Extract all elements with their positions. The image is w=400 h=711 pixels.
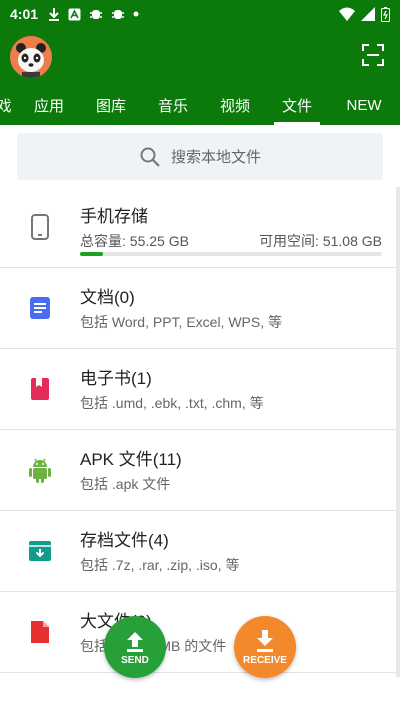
storage-usage-fill [80, 252, 103, 256]
send-label: SEND [121, 654, 149, 666]
list-item-apk[interactable]: APK 文件(11) 包括 .apk 文件 [0, 430, 400, 511]
storage-title: 手机存储 [80, 207, 148, 226]
status-bar: 4:01 [0, 0, 400, 28]
list-item-large-files[interactable]: 大文件(9) 包括大于 50 MB 的文件 [0, 592, 400, 673]
storage-usage-bar [80, 252, 382, 256]
category-title: 文档(0) [80, 288, 135, 307]
panda-avatar-icon [10, 36, 52, 78]
category-title: APK 文件(11) [80, 450, 182, 469]
category-tabs: 戏 应用 图库 音乐 视频 文件 NEW [0, 86, 400, 125]
tab-apps[interactable]: 应用 [18, 86, 80, 125]
storage-free: 可用空间: 51.08 GB [259, 233, 382, 249]
search-input[interactable]: 搜索本地文件 [17, 133, 383, 180]
tab-music[interactable]: 音乐 [142, 86, 204, 125]
battery-icon [381, 6, 390, 22]
status-time: 4:01 [10, 6, 39, 22]
download-icon [49, 8, 60, 21]
bug-icon [112, 10, 125, 19]
tab-files[interactable]: 文件 [266, 86, 328, 125]
large-file-icon [28, 618, 52, 646]
app-bar: 戏 应用 图库 音乐 视频 文件 NEW [0, 28, 400, 125]
file-category-list: 手机存储 总容量: 55.25 GB 可用空间: 51.08 GB 文档(0) … [0, 187, 400, 673]
a-icon [68, 8, 81, 20]
phone-icon [28, 213, 52, 241]
receive-button[interactable]: RECEIVE [234, 616, 296, 678]
category-subtitle: 包括 .7z, .rar, .zip, .iso, 等 [80, 557, 240, 573]
document-icon [28, 294, 52, 322]
list-item-ebooks[interactable]: 电子书(1) 包括 .umd, .ebk, .txt, .chm, 等 [0, 349, 400, 430]
storage-total: 总容量: 55.25 GB [80, 233, 189, 249]
tab-gallery[interactable]: 图库 [80, 86, 142, 125]
send-button[interactable]: SEND [104, 616, 166, 678]
scan-button[interactable] [362, 44, 384, 66]
storage-info: 总容量: 55.25 GB 可用空间: 51.08 GB [80, 231, 382, 251]
search-placeholder: 搜索本地文件 [170, 149, 261, 166]
download-arrow-icon [257, 629, 273, 652]
android-icon [28, 456, 52, 484]
tab-games[interactable]: 戏 [0, 86, 18, 125]
bug-icon [90, 10, 103, 19]
tab-video[interactable]: 视频 [204, 86, 266, 125]
scan-icon [362, 44, 384, 66]
search-icon [140, 147, 160, 167]
system-icons [339, 6, 390, 22]
avatar[interactable] [10, 36, 52, 78]
receive-label: RECEIVE [243, 654, 287, 666]
wifi-icon [339, 7, 355, 21]
list-item-archives[interactable]: 存档文件(4) 包括 .7z, .rar, .zip, .iso, 等 [0, 511, 400, 592]
list-item-documents[interactable]: 文档(0) 包括 Word, PPT, Excel, WPS, 等 [0, 268, 400, 349]
category-title: 电子书(1) [80, 369, 152, 388]
signal-icon [361, 7, 375, 21]
notification-icons [48, 7, 139, 21]
archive-icon [28, 537, 52, 565]
scrollbar[interactable] [396, 187, 400, 677]
category-title: 存档文件(4) [80, 531, 169, 550]
ebook-icon [28, 375, 52, 403]
tab-new[interactable]: NEW [328, 86, 400, 125]
dot-icon [133, 11, 139, 17]
category-subtitle: 包括 Word, PPT, Excel, WPS, 等 [80, 314, 283, 330]
category-subtitle: 包括 .apk 文件 [80, 476, 171, 492]
category-subtitle: 包括 .umd, .ebk, .txt, .chm, 等 [80, 395, 264, 411]
upload-icon [127, 631, 143, 652]
phone-storage-item[interactable]: 手机存储 总容量: 55.25 GB 可用空间: 51.08 GB [0, 187, 400, 268]
